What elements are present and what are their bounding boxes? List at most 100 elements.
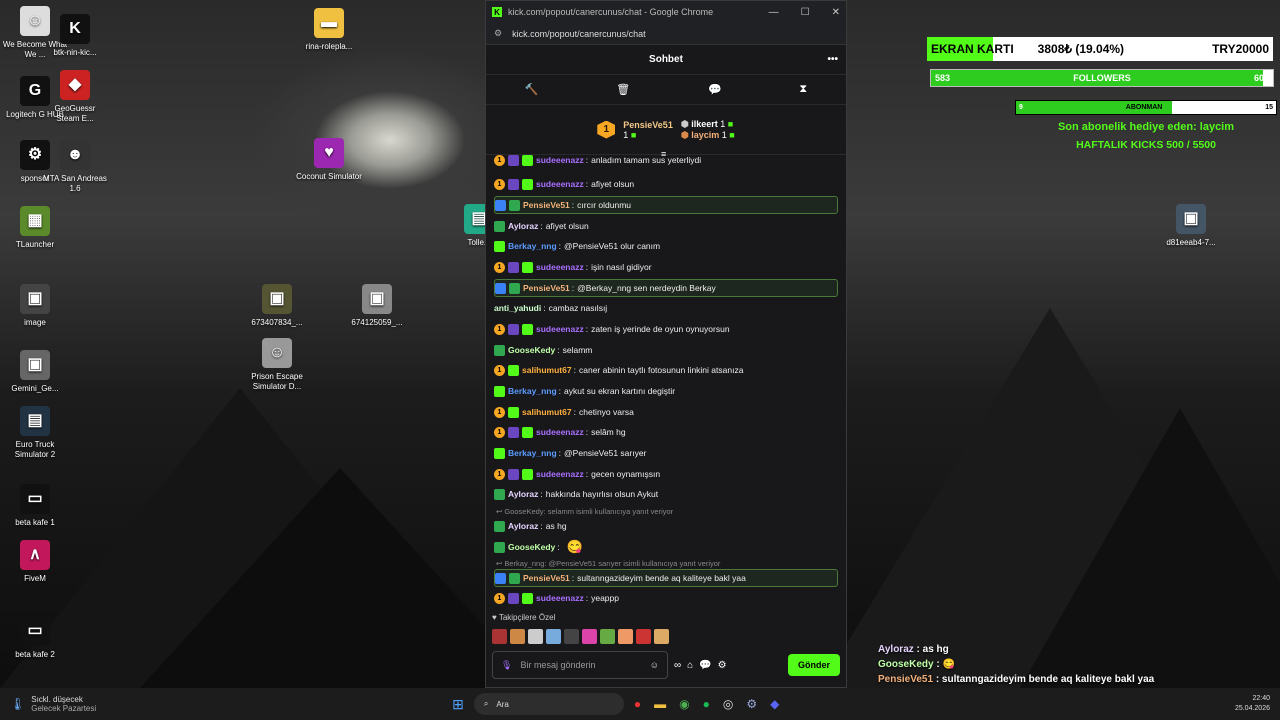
desktop-icon[interactable]: ▭ beta kafe 1	[2, 484, 68, 528]
chrome-icon[interactable]: ◉	[679, 697, 689, 711]
gift-count-badge: 1	[494, 426, 505, 438]
address-bar[interactable]: ⚙ kick.com/popout/canercunus/chat	[486, 23, 846, 45]
chat-username[interactable]: Berkay_nng	[508, 386, 557, 396]
app-icon: K	[60, 14, 90, 44]
chat-message: GooseKedy: selamm	[494, 341, 838, 359]
infinity-icon[interactable]: ∞	[674, 660, 681, 671]
file-explorer-icon[interactable]: ▬	[654, 697, 666, 711]
separator: :	[571, 283, 575, 293]
taskbar-search[interactable]: ⌕ Ara	[473, 693, 624, 715]
desktop-icon[interactable]: ▬ rina-rolepla...	[296, 8, 362, 52]
clock-date: 25.04.2026	[1234, 705, 1270, 712]
desktop-icon[interactable]: ▤ Euro Truck Simulator 2	[2, 406, 68, 460]
discord-icon[interactable]: ◆	[770, 697, 779, 711]
chat-username[interactable]: PensieVe51	[523, 200, 570, 210]
separator: :	[571, 573, 575, 583]
spotify-icon[interactable]: ●	[703, 697, 710, 711]
weather-widget[interactable]: 🌡 Sıckl. düşecek Gelecek Pazartesi	[10, 695, 96, 713]
chat-username[interactable]: sudeeenazz	[536, 427, 584, 437]
desktop-icon[interactable]: ∧ FiveM	[2, 540, 68, 584]
separator: :	[585, 593, 589, 603]
gift-count-badge: 1	[494, 155, 505, 166]
chat-username[interactable]: sudeeenazz	[536, 469, 584, 479]
desktop-icon[interactable]: ▣ 674125059_...	[344, 284, 410, 328]
emote-thumbnail[interactable]	[510, 629, 525, 644]
chat-username[interactable]: sudeeenazz	[536, 155, 584, 165]
desktop-icon[interactable]: ☻ MTA San Andreas 1.6	[42, 140, 108, 194]
windows-start-icon[interactable]: ⊞	[452, 696, 464, 713]
hourglass-icon[interactable]: ⧗	[799, 83, 807, 96]
desktop-icon-label: image	[24, 318, 46, 327]
send-button[interactable]: Gönder	[787, 654, 840, 676]
desktop-icon[interactable]: ▣ d81eeab4-7...	[1158, 204, 1224, 248]
more-options-icon[interactable]: •••	[827, 54, 838, 65]
chat-username[interactable]: Ayloraz	[508, 489, 538, 499]
media-app-icon[interactable]: ●	[634, 697, 641, 711]
chat-username[interactable]: Ayloraz	[508, 521, 538, 531]
settings-app-icon[interactable]: ⚙	[746, 697, 757, 711]
desktop-icon[interactable]: ☺ Prison Escape Simulator D...	[244, 338, 310, 392]
emote-thumbnail[interactable]	[492, 629, 507, 644]
emoji-icon[interactable]: ☺	[650, 660, 659, 670]
mic-icon[interactable]: 🎙	[501, 660, 512, 671]
chat-username[interactable]: Berkay_nng	[508, 241, 557, 251]
store-icon[interactable]: ⌂	[687, 660, 693, 671]
maximize-button[interactable]: ☐	[801, 7, 810, 18]
emote-thumbnail[interactable]	[564, 629, 579, 644]
desktop-icon[interactable]: ▦ TLauncher	[2, 206, 68, 250]
hammer-icon[interactable]: 🔨	[525, 83, 539, 96]
desktop-icon[interactable]: ▭ beta kafe 2	[2, 616, 68, 660]
clock[interactable]: 22:40 25.04.2026	[1235, 694, 1270, 714]
chat-text: chetinyo varsa	[578, 407, 634, 417]
chat-text: @PensieVe51 sarıyer	[564, 448, 647, 458]
chat-username[interactable]: Ayloraz	[508, 221, 538, 231]
emote-thumbnail[interactable]	[618, 629, 633, 644]
chat-icon[interactable]: 💬	[699, 660, 711, 671]
settings-icon[interactable]: ⚙	[718, 660, 727, 671]
reply-context[interactable]: ↩ Berkay_nng: @PensieVe51 sarıyer isimli…	[496, 559, 720, 568]
emote-thumbnail[interactable]	[582, 629, 597, 644]
reply-context[interactable]: ↩ GooseKedy: selamm isimli kullanıcıya y…	[496, 507, 673, 516]
close-button[interactable]: ✕	[832, 7, 840, 18]
trash-icon[interactable]: 🗑	[616, 83, 630, 96]
gift-count-badge: 1	[494, 364, 505, 376]
emote-thumbnail[interactable]	[600, 629, 615, 644]
chat-username[interactable]: PensieVe51	[523, 573, 570, 583]
overlay-chat-line: PensieVe51 : sultanngazideyim bende aq k…	[878, 674, 1278, 689]
minimize-button[interactable]: —	[769, 7, 779, 18]
subs-goal-widget: 9 ABONMAN 15	[1015, 100, 1277, 115]
chat-username[interactable]: PensieVe51	[523, 283, 570, 293]
app-icon: ▣	[262, 284, 292, 314]
emote-thumbnail[interactable]	[528, 629, 543, 644]
emote-thumbnail[interactable]	[546, 629, 561, 644]
chat-message: 1 sudeeenazz: afiyet olsun	[494, 175, 838, 193]
chat-message: Ayloraz: hakkında hayırlısı olsun Aykut	[494, 485, 838, 503]
chat-username[interactable]: GooseKedy	[508, 542, 555, 552]
chat-username[interactable]: Berkay_nng	[508, 448, 557, 458]
chat-username[interactable]: sudeeenazz	[536, 324, 584, 334]
chat-username[interactable]: salihumut67	[522, 407, 572, 417]
message-input[interactable]: 🎙 Bir mesaj gönderin ☺	[492, 651, 668, 679]
emote-thumbnail[interactable]	[636, 629, 651, 644]
gifter-badge	[508, 406, 519, 418]
desktop-icon[interactable]: ▣ Gemini_Ge...	[2, 350, 68, 394]
desktop-icon[interactable]: ▣ image	[2, 284, 68, 328]
chat-username[interactable]: salihumut67	[522, 365, 572, 375]
obs-icon[interactable]: ◎	[723, 697, 733, 711]
chat-username[interactable]: sudeeenazz	[536, 262, 584, 272]
site-settings-icon[interactable]: ⚙	[494, 28, 502, 39]
chat-text: cambaz nasılsıj	[548, 303, 608, 313]
desktop-icon[interactable]: ♥ Coconut Simulator	[296, 138, 362, 182]
chat-username[interactable]: sudeeenazz	[536, 179, 584, 189]
desktop-icon[interactable]: ▣ 673407834_...	[244, 284, 310, 328]
chat-messages: 1 sudeeenazz: anladım tamam sus yeterliydi…	[486, 155, 846, 610]
desktop-icon[interactable]: Kbtk-nin-kic...	[42, 14, 108, 58]
desktop-icon[interactable]: ◆ GeoGuessr Steam E...	[42, 70, 108, 124]
emote-thumbnail[interactable]	[654, 629, 669, 644]
chat-username[interactable]: anti_yahudi	[494, 303, 541, 313]
chat-text: aykut su ekran kartını degiştir	[564, 386, 676, 396]
gifter-badge	[508, 364, 519, 376]
chat-username[interactable]: GooseKedy	[508, 345, 555, 355]
chat-username[interactable]: sudeeenazz	[536, 593, 584, 603]
chat-bubble-icon[interactable]: 💬	[708, 83, 722, 96]
